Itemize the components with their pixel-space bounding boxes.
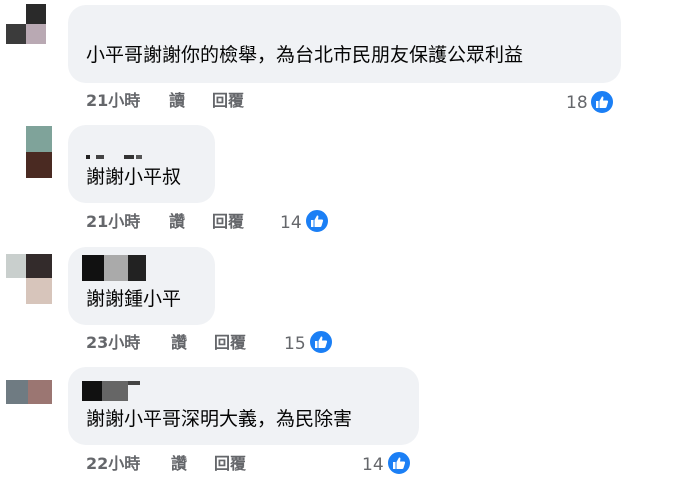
avatar[interactable] — [6, 254, 52, 304]
commenter-name-redacted[interactable] — [82, 381, 142, 401]
like-count: 14 — [362, 455, 384, 475]
avatar[interactable] — [6, 4, 46, 44]
like-link[interactable]: 讀 — [169, 91, 185, 111]
comment-3: 謝謝鍾小平 23小時 讚 回覆 15 — [0, 242, 692, 362]
like-link[interactable]: 讚 — [171, 333, 187, 353]
comment-bubble: 謝謝鍾小平 — [68, 247, 215, 325]
reply-link[interactable]: 回覆 — [212, 91, 244, 111]
like-link[interactable]: 讚 — [169, 212, 185, 232]
comment-bubble: 謝謝小平叔 — [68, 125, 215, 203]
comment-2: 謝謝小平叔 21小時 讚 回覆 14 — [0, 120, 692, 242]
avatar[interactable] — [26, 126, 52, 178]
comment-time[interactable]: 22小時 — [86, 454, 140, 474]
comment-text: 謝謝小平叔 — [86, 166, 182, 188]
comment-bubble: 謝謝小平哥深明大義，為民除害 — [68, 367, 419, 445]
reply-link[interactable]: 回覆 — [214, 333, 246, 353]
comment-bubble: 小平哥謝謝你的檢舉，為台北市民朋友保護公眾利益 — [68, 5, 621, 83]
comment-text: 小平哥謝謝你的檢舉，為台北市民朋友保護公眾利益 — [86, 44, 524, 66]
like-link[interactable]: 讚 — [171, 454, 187, 474]
like-count: 15 — [284, 334, 306, 354]
commenter-name-redacted[interactable] — [82, 255, 148, 281]
thumbs-up-icon[interactable] — [308, 329, 334, 355]
comment-1: 小平哥謝謝你的檢舉，為台北市民朋友保護公眾利益 21小時 讀 回覆 18 — [0, 0, 692, 120]
like-count: 18 — [566, 93, 588, 113]
reply-link[interactable]: 回覆 — [212, 212, 244, 232]
comment-text: 謝謝鍾小平 — [86, 288, 182, 310]
thumbs-up-icon[interactable] — [304, 208, 330, 234]
avatar[interactable] — [6, 380, 52, 404]
commenter-name-redacted[interactable] — [86, 155, 146, 159]
thumbs-up-icon[interactable] — [386, 450, 412, 476]
reply-link[interactable]: 回覆 — [214, 454, 246, 474]
thumbs-up-icon[interactable] — [589, 89, 615, 115]
comment-text: 謝謝小平哥深明大義，為民除害 — [86, 408, 353, 430]
comment-time[interactable]: 21小時 — [86, 91, 140, 111]
comment-time[interactable]: 23小時 — [86, 333, 140, 353]
comment-4: 謝謝小平哥深明大義，為民除害 22小時 讚 回覆 14 — [0, 362, 692, 482]
like-count: 14 — [280, 213, 302, 233]
comment-time[interactable]: 21小時 — [86, 212, 140, 232]
